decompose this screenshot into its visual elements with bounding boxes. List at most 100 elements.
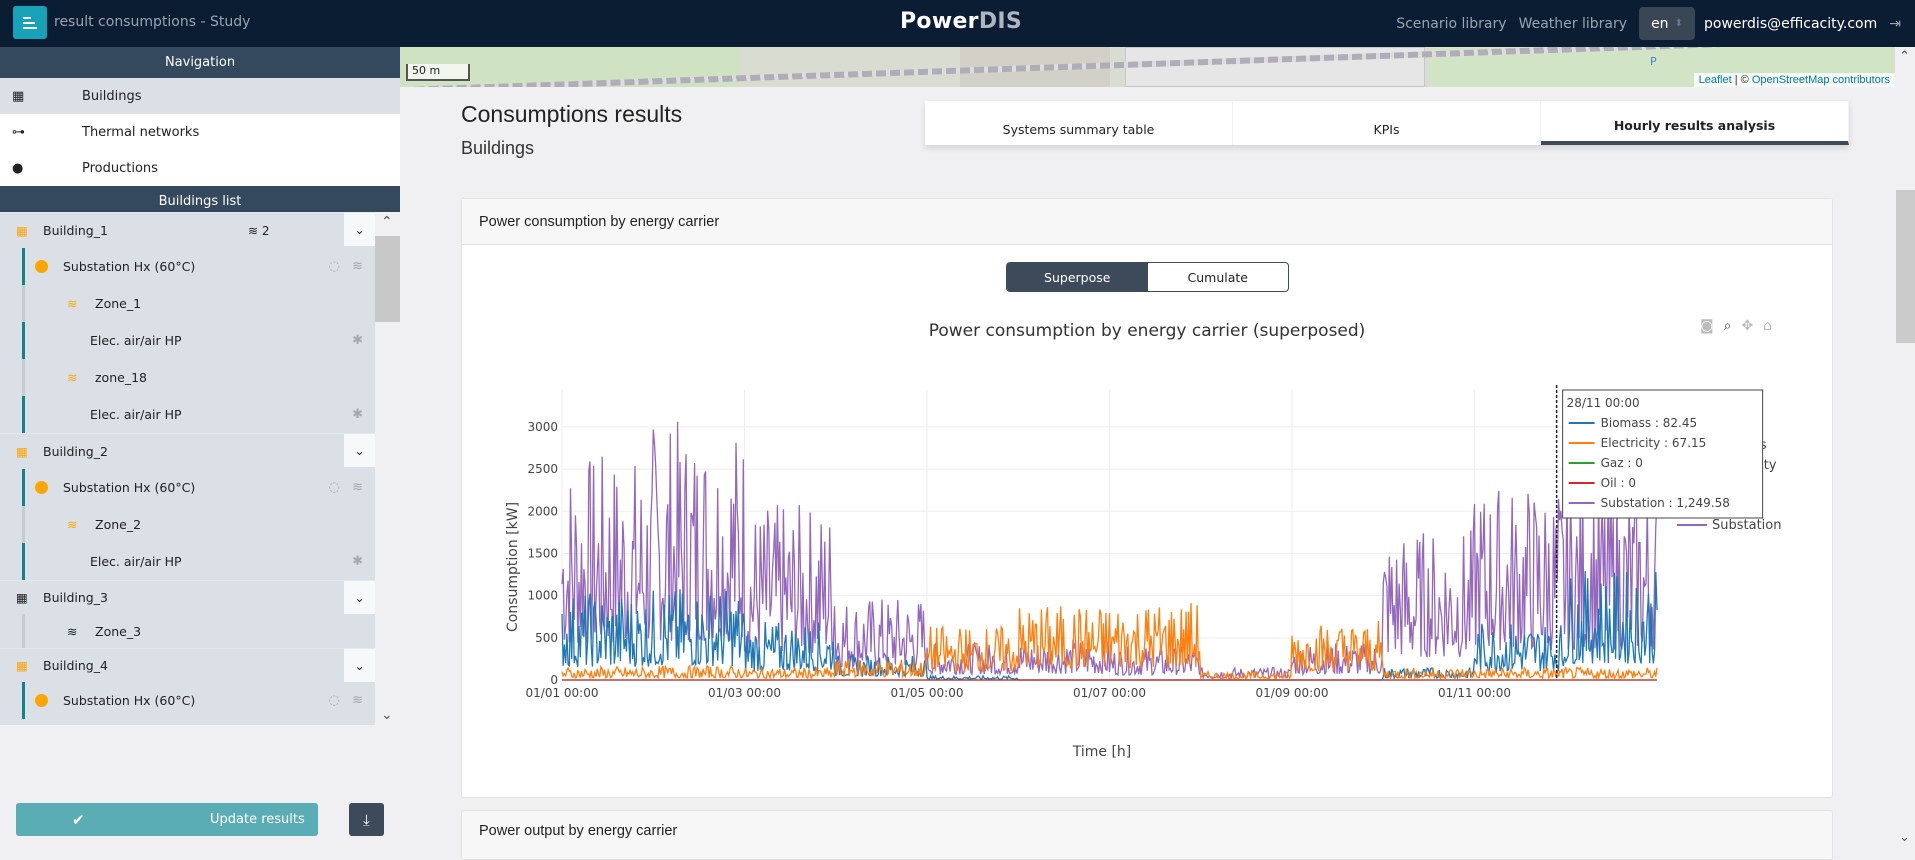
tree-scrollbar[interactable]: ⌃ ⌄ bbox=[375, 212, 400, 725]
x-tick-label: 01/09 00:00 bbox=[1256, 686, 1329, 700]
building-label: Building_4 bbox=[43, 658, 108, 673]
layers-icon: ≋ bbox=[67, 370, 78, 385]
building-row[interactable]: ▦ Building_3 ⌄ bbox=[0, 580, 375, 614]
tooltip-value: Electricity : 67.15 bbox=[1601, 436, 1707, 450]
weather-library-link[interactable]: Weather library bbox=[1519, 16, 1627, 32]
scrollbar-thumb[interactable] bbox=[375, 236, 400, 322]
nav-item-label: Thermal networks bbox=[82, 124, 200, 140]
logout-icon[interactable]: ⇥ bbox=[1889, 16, 1901, 32]
menu-button[interactable] bbox=[13, 6, 47, 39]
layers-icon: ≋ bbox=[67, 623, 78, 639]
expand-chevron-button[interactable]: ⌄ bbox=[344, 581, 375, 614]
navigation-header: Navigation bbox=[0, 47, 400, 78]
scrollbar-thumb[interactable] bbox=[1896, 190, 1915, 343]
check-icon: ✔ bbox=[72, 810, 85, 829]
tooltip-value: Gaz : 0 bbox=[1601, 456, 1643, 470]
map-scale: 50 m bbox=[406, 64, 470, 81]
expand-chevron-button[interactable]: ⌄ bbox=[344, 213, 375, 246]
drop-heat-icons: ◌ ≋ bbox=[328, 480, 367, 495]
status-dot bbox=[35, 694, 48, 707]
building-row[interactable]: ▦ Building_4 ⌄ bbox=[0, 648, 375, 682]
y-tick-label: 3000 bbox=[527, 420, 558, 434]
system-label: Substation Hx (60°C) bbox=[63, 480, 196, 495]
expand-chevron-button[interactable]: ⌄ bbox=[344, 649, 375, 682]
layers-icon: ≋ bbox=[67, 296, 78, 311]
zone-row[interactable]: ≋ Zone_1 bbox=[0, 285, 375, 322]
layers-icon: ≋ bbox=[67, 517, 78, 532]
building-label: Building_2 bbox=[43, 444, 108, 459]
update-results-label: Update results bbox=[210, 812, 305, 827]
system-row[interactable]: Substation Hx (60°C) ◌ ≋ bbox=[0, 682, 375, 719]
app-title: result consumptions - Study bbox=[54, 14, 251, 30]
x-tick-label: 01/01 00:00 bbox=[526, 686, 599, 700]
card-title: Power consumption by energy carrier bbox=[462, 199, 1832, 245]
building-icon: ▦ bbox=[16, 590, 28, 605]
download-button[interactable]: ⤓ bbox=[349, 803, 384, 836]
subsystem-label: Elec. air/air HP bbox=[90, 554, 182, 569]
network-icon: ⊶ bbox=[12, 124, 25, 140]
subsystem-row[interactable]: Elec. air/air HP ✱ bbox=[0, 543, 375, 580]
building-row[interactable]: ▦ Building_2 ⌄ bbox=[0, 433, 375, 469]
system-label: Substation Hx (60°C) bbox=[63, 693, 196, 708]
language-select[interactable]: en ⬍ bbox=[1639, 7, 1696, 40]
zone-row[interactable]: ≋ Zone_3 bbox=[0, 614, 375, 648]
power-output-card-title: Power output by energy carrier bbox=[461, 810, 1833, 860]
nav-item-productions[interactable]: ● Productions bbox=[0, 150, 400, 186]
building-icon: ▦ bbox=[16, 444, 28, 459]
tooltip-value: Substation : 1,249.58 bbox=[1601, 496, 1730, 510]
subsystem-row[interactable]: Elec. air/air HP ✱ bbox=[0, 322, 375, 359]
building-row[interactable]: ▦ Building_1 ≋ 2 ⌄ bbox=[0, 212, 375, 248]
results-tabs: Systems summary table KPIs Hourly result… bbox=[925, 101, 1849, 145]
map-view[interactable]: 50 m P Leaflet | © OpenStreetMap contrib… bbox=[400, 47, 1895, 87]
tab-kpis[interactable]: KPIs bbox=[1233, 101, 1541, 145]
update-results-button[interactable]: ✔ Update results bbox=[16, 803, 318, 836]
system-row[interactable]: Substation Hx (60°C) ◌ ≋ bbox=[0, 469, 375, 506]
x-axis-label: Time [h] bbox=[1072, 744, 1132, 760]
scroll-up-icon[interactable]: ⌃ bbox=[381, 214, 393, 230]
page-title: Consumptions results bbox=[461, 101, 683, 127]
leaflet-link[interactable]: Leaflet bbox=[1699, 74, 1732, 86]
status-dot bbox=[35, 481, 48, 494]
subsystem-label: Elec. air/air HP bbox=[90, 333, 182, 348]
tooltip-value: Oil : 0 bbox=[1601, 476, 1636, 490]
scroll-down-icon[interactable]: ⌄ bbox=[381, 707, 393, 723]
subsystem-row[interactable]: Elec. air/air HP ✱ bbox=[0, 396, 375, 433]
consumption-chart[interactable]: Power consumption by energy carrier (sup… bbox=[462, 249, 1832, 799]
system-row[interactable]: Substation Hx (60°C) ◌ ≋ bbox=[0, 248, 375, 285]
nav-item-buildings[interactable]: ▦ Buildings bbox=[0, 78, 400, 114]
page-scrollbar[interactable]: ⌃ ⌄ bbox=[1895, 47, 1915, 847]
select-arrows-icon: ⬍ bbox=[1674, 18, 1683, 29]
nav-item-thermal-networks[interactable]: ⊶ Thermal networks bbox=[0, 114, 400, 150]
brand-accent: DIS bbox=[978, 9, 1023, 34]
zone-row[interactable]: ≋ zone_18 bbox=[0, 359, 375, 396]
y-tick-label: 1500 bbox=[527, 546, 558, 560]
legend-item: Substation bbox=[1712, 518, 1781, 533]
scroll-up-icon[interactable]: ⌃ bbox=[1899, 49, 1910, 64]
expand-chevron-button[interactable]: ⌄ bbox=[344, 434, 375, 467]
zones-count-badge: ≋ 2 bbox=[248, 223, 270, 238]
tab-hourly-results[interactable]: Hourly results analysis bbox=[1541, 101, 1849, 145]
user-email[interactable]: powerdis@efficacity.com bbox=[1704, 16, 1877, 32]
zone-row[interactable]: ≋ Zone_2 bbox=[0, 506, 375, 543]
scenario-library-link[interactable]: Scenario library bbox=[1396, 16, 1506, 32]
top-bar: result consumptions - Study PowerDIS Sce… bbox=[0, 0, 1915, 47]
drop-heat-icons: ◌ ≋ bbox=[328, 259, 367, 274]
tab-systems-summary[interactable]: Systems summary table bbox=[925, 101, 1233, 145]
consumption-card: Power consumption by energy carrier Supe… bbox=[461, 198, 1833, 798]
tooltip-date: 28/11 00:00 bbox=[1567, 396, 1640, 410]
osm-link[interactable]: OpenStreetMap contributors bbox=[1752, 74, 1890, 86]
brand-main: Power bbox=[900, 9, 979, 34]
x-tick-label: 01/11 00:00 bbox=[1438, 686, 1511, 700]
tooltip-value: Biomass : 82.45 bbox=[1601, 416, 1697, 430]
main-content: Consumptions results Buildings Systems s… bbox=[400, 87, 1895, 860]
zone-label: Zone_1 bbox=[95, 296, 142, 311]
zone-label: Zone_2 bbox=[95, 517, 142, 532]
y-axis-label: Consumption [kW] bbox=[505, 502, 521, 632]
scroll-down-icon[interactable]: ⌄ bbox=[1899, 830, 1910, 845]
download-icon: ⤓ bbox=[363, 810, 370, 829]
x-tick-label: 01/03 00:00 bbox=[708, 686, 781, 700]
map-parking-label: P bbox=[1650, 55, 1657, 68]
y-tick-label: 0 bbox=[550, 673, 558, 687]
y-tick-label: 1000 bbox=[527, 589, 558, 603]
building-icon: ▦ bbox=[16, 223, 28, 238]
